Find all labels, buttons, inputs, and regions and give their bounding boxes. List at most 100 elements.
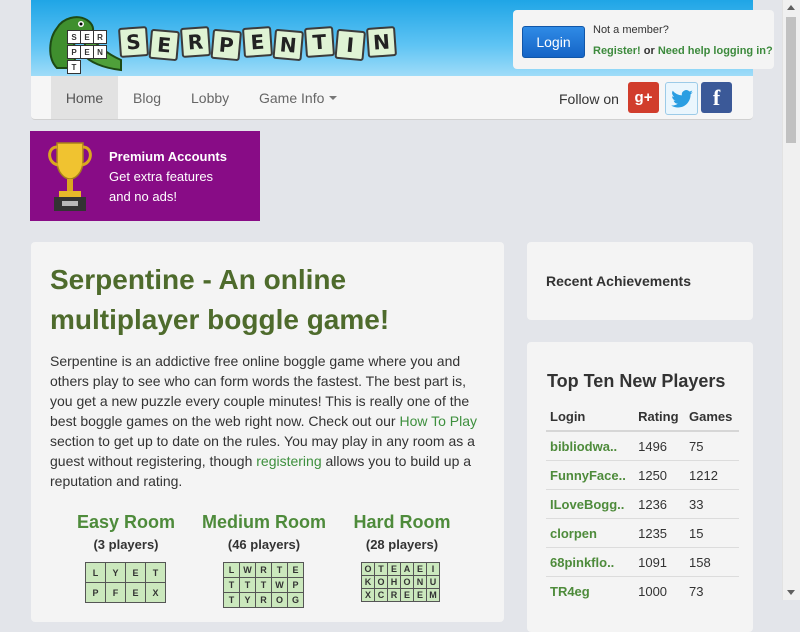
board-tile: K bbox=[362, 576, 374, 588]
board-tile: A bbox=[401, 563, 413, 575]
board-tile: E bbox=[414, 563, 426, 575]
logo-tile: R bbox=[179, 26, 212, 58]
board-tile: P bbox=[288, 578, 303, 592]
table-row: ILoveBogg.. 1236 33 bbox=[546, 489, 739, 519]
board-tile: T bbox=[256, 578, 271, 592]
medium-board-preview[interactable]: LWRTETTTWPTYROG bbox=[223, 562, 304, 608]
board-tile: C bbox=[375, 589, 387, 601]
board-tile: Y bbox=[240, 593, 255, 607]
intro-paragraph: Serpentine is an addictive free online b… bbox=[50, 351, 490, 491]
easy-room[interactable]: Easy Room (3 players) bbox=[66, 512, 186, 552]
board-tile: O bbox=[401, 576, 413, 588]
table-row: TR4eg 1000 73 bbox=[546, 576, 739, 605]
how-to-play-link[interactable]: How To Play bbox=[399, 413, 477, 429]
registering-link[interactable]: registering bbox=[256, 453, 321, 469]
scroll-up-icon[interactable] bbox=[787, 5, 795, 10]
room-name[interactable]: Hard Room bbox=[342, 512, 462, 533]
player-name-link[interactable]: bibliodwa.. bbox=[546, 430, 635, 461]
nav-game-info[interactable]: Game Info bbox=[259, 76, 338, 119]
player-games: 33 bbox=[685, 489, 739, 519]
register-line: Register! or Need help logging in? bbox=[593, 45, 773, 57]
board-tile: N bbox=[414, 576, 426, 588]
player-rating: 1496 bbox=[634, 430, 686, 461]
hard-room[interactable]: Hard Room (28 players) bbox=[342, 512, 462, 552]
board-tile: E bbox=[414, 589, 426, 601]
table-row: FunnyFace.. 1250 1212 bbox=[546, 460, 739, 490]
board-tile: W bbox=[272, 578, 287, 592]
column-header: Login bbox=[546, 402, 635, 432]
board-tile: I bbox=[427, 563, 439, 575]
medium-room[interactable]: Medium Room (46 players) bbox=[194, 512, 334, 552]
scroll-thumb[interactable] bbox=[786, 17, 796, 143]
facebook-icon[interactable]: f bbox=[701, 82, 732, 113]
logo-tile: N bbox=[272, 28, 304, 62]
board-tile: X bbox=[146, 583, 165, 602]
player-rating: 1250 bbox=[634, 460, 686, 490]
nav-lobby[interactable]: Lobby bbox=[191, 76, 229, 119]
player-games: 158 bbox=[685, 547, 739, 577]
board-tile: O bbox=[362, 563, 374, 575]
board-tile: P bbox=[86, 583, 105, 602]
table-header-row: Login Rating Games bbox=[546, 402, 739, 432]
board-tile: O bbox=[375, 576, 387, 588]
easy-board-preview[interactable]: LYET PFEX bbox=[85, 562, 166, 603]
scroll-down-icon[interactable] bbox=[787, 590, 795, 595]
player-name-link[interactable]: FunnyFace.. bbox=[546, 460, 635, 490]
player-name-link[interactable]: 68pinkflo.. bbox=[546, 547, 635, 577]
register-link[interactable]: Register! bbox=[593, 45, 641, 57]
player-rating: 1000 bbox=[634, 576, 686, 605]
header-banner: S E R P E N T S E R P E N T I N Login No… bbox=[31, 0, 774, 76]
trophy-icon bbox=[48, 142, 92, 211]
room-player-count: (28 players) bbox=[365, 537, 439, 552]
scrollbar[interactable] bbox=[782, 0, 800, 600]
premium-banner[interactable]: Premium Accounts Get extra features and … bbox=[30, 131, 260, 221]
page-title: Serpentine - An online multiplayer boggl… bbox=[50, 264, 390, 335]
board-tile: T bbox=[224, 578, 239, 592]
board-tile: T bbox=[146, 563, 165, 582]
board-tile: F bbox=[106, 583, 125, 602]
hard-board-preview[interactable]: OTEAEIKOHONUXCREEM bbox=[361, 562, 440, 602]
board-tile: Y bbox=[106, 563, 125, 582]
table-row: clorpen 1235 15 bbox=[546, 518, 739, 548]
google-plus-icon[interactable]: g+ bbox=[628, 82, 659, 113]
board-tile: T bbox=[375, 563, 387, 575]
table-row: 68pinkflo.. 1091 158 bbox=[546, 547, 739, 577]
room-name[interactable]: Medium Room bbox=[194, 512, 334, 533]
top-players-panel: Top Ten New Players Login Rating Games b… bbox=[527, 342, 753, 632]
board-tile: E bbox=[401, 589, 413, 601]
board-tile: R bbox=[256, 593, 271, 607]
top-players-table: Login Rating Games bibliodwa.. 1496 75 F… bbox=[546, 402, 739, 605]
nav-blog[interactable]: Blog bbox=[133, 76, 161, 119]
premium-title: Premium Accounts bbox=[109, 149, 227, 164]
follow-label: Follow on bbox=[559, 91, 619, 107]
player-rating: 1235 bbox=[634, 518, 686, 548]
room-player-count: (3 players) bbox=[93, 537, 159, 552]
board-tile: E bbox=[126, 583, 145, 602]
twitter-icon[interactable] bbox=[665, 82, 698, 115]
room-name[interactable]: Easy Room bbox=[66, 512, 186, 533]
help-login-link[interactable]: Need help logging in? bbox=[658, 45, 773, 57]
nav-home[interactable]: Home bbox=[51, 76, 118, 119]
player-name-link[interactable]: ILoveBogg.. bbox=[546, 489, 635, 519]
main-content: Serpentine - An online multiplayer boggl… bbox=[31, 242, 504, 622]
premium-line-2: and no ads! bbox=[109, 189, 177, 204]
login-button[interactable]: Login bbox=[522, 26, 585, 58]
recent-achievements-panel: Recent Achievements bbox=[527, 242, 753, 320]
board-tile: W bbox=[240, 563, 255, 577]
player-games: 75 bbox=[685, 430, 739, 461]
column-header: Games bbox=[685, 402, 739, 432]
board-tile: O bbox=[272, 593, 287, 607]
table-row: bibliodwa.. 1496 75 bbox=[546, 430, 739, 461]
board-tile: E bbox=[288, 563, 303, 577]
player-name-link[interactable]: TR4eg bbox=[546, 576, 635, 605]
logo-tile: P bbox=[210, 28, 242, 62]
player-games: 1212 bbox=[685, 460, 739, 490]
logo-tile: E bbox=[241, 26, 274, 58]
player-name-link[interactable]: clorpen bbox=[546, 518, 635, 548]
logo-wordmark[interactable]: S E R P E N T I N bbox=[117, 26, 398, 62]
board-tile: G bbox=[288, 593, 303, 607]
board-tile: U bbox=[427, 576, 439, 588]
board-tile: T bbox=[240, 578, 255, 592]
logo-tile: E bbox=[148, 28, 180, 62]
board-tile: T bbox=[224, 593, 239, 607]
